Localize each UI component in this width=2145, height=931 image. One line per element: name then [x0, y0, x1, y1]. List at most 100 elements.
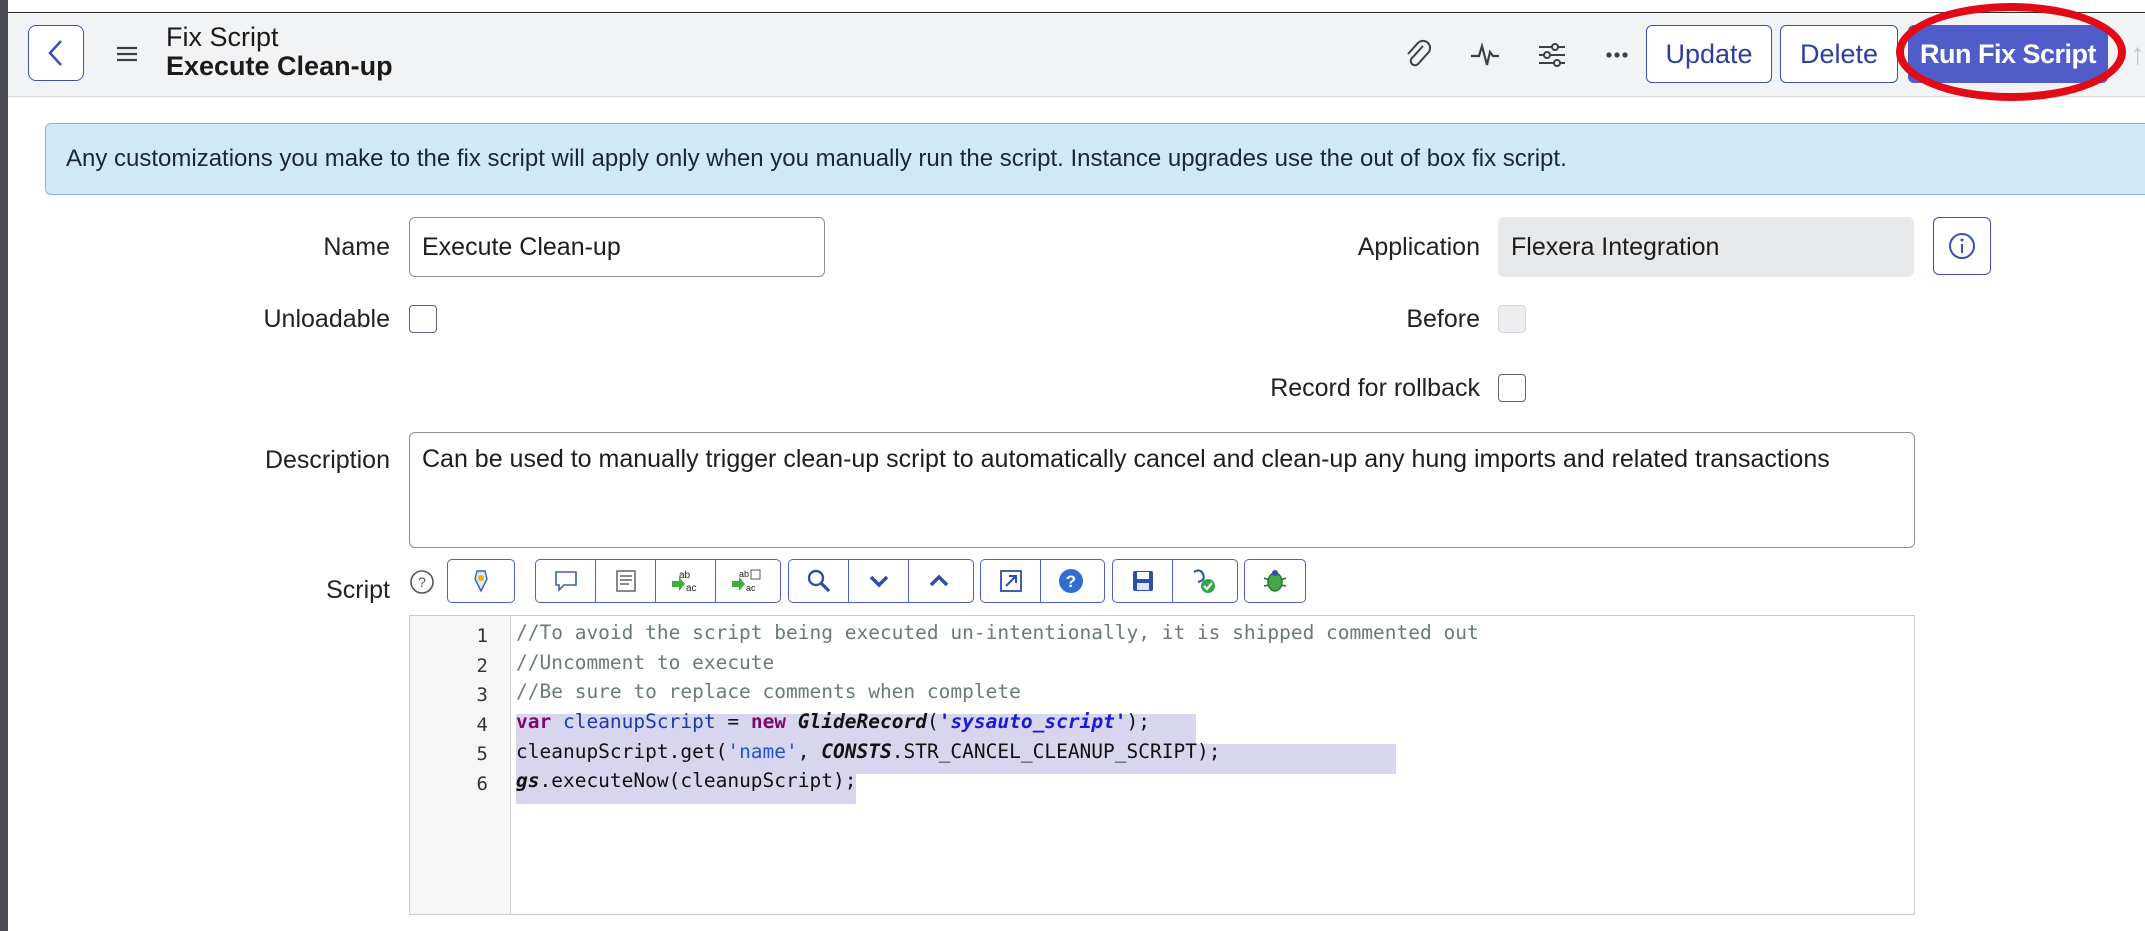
chevron-down-icon: [869, 575, 888, 588]
info-circle-icon: [1949, 233, 1975, 259]
more-options-icon[interactable]: [1600, 38, 1634, 72]
line-number: 1: [476, 625, 488, 647]
syntax-check-icon: [1193, 569, 1215, 593]
unloadable-checkbox[interactable]: [409, 305, 437, 333]
format-code-button[interactable]: [448, 560, 514, 602]
record-name-title: Execute Clean-up: [166, 51, 393, 81]
update-button[interactable]: Update: [1646, 25, 1772, 83]
code-token: .executeNow(cleanupScript);: [539, 769, 857, 792]
form-header: Fix Script Execute Clean-up Update Delet…: [8, 3, 2145, 101]
name-label: Name: [323, 233, 390, 261]
before-checkbox: [1498, 305, 1526, 333]
svg-text:ab: ab: [739, 569, 749, 579]
unloadable-label: Unloadable: [263, 305, 391, 333]
search-button[interactable]: [789, 560, 849, 602]
line-number: 5: [476, 743, 488, 765]
line-number-gutter: 1 2 3 4 5 6: [410, 616, 511, 914]
rollback-label: Record for rollback: [1270, 374, 1480, 402]
code-token: cleanupScript: [551, 710, 728, 733]
line-number: 2: [476, 655, 488, 677]
chevron-up-icon: [929, 574, 949, 587]
replace-all-icon: ab ac: [732, 569, 761, 593]
code-token: ,: [797, 740, 822, 763]
insert-text-button[interactable]: [596, 560, 656, 602]
help-icon[interactable]: ?: [409, 569, 435, 595]
description-label: Description: [264, 446, 390, 474]
save-disk-icon: [1132, 571, 1153, 591]
code-token: var: [516, 710, 552, 733]
svg-text:ac: ac: [686, 583, 697, 594]
toolbar-group-debug: [1244, 559, 1306, 603]
info-banner-text: Any customizations you make to the fix s…: [66, 145, 1567, 172]
scroll-up-arrow-icon[interactable]: ↑: [2130, 38, 2145, 72]
svg-text:?: ?: [418, 574, 426, 590]
code-line-6: gs.executeNow(cleanupScript);: [516, 766, 856, 796]
code-line-5: cleanupScript.get('name', CONSTS.STR_CAN…: [516, 737, 1220, 767]
run-fix-script-button[interactable]: Run Fix Script: [1908, 25, 2108, 83]
application-label: Application: [1357, 233, 1480, 261]
toggle-comment-button[interactable]: [536, 560, 596, 602]
name-field[interactable]: Execute Clean-up: [409, 217, 825, 277]
question-circle-icon: ?: [1059, 569, 1083, 593]
activity-pulse-icon[interactable]: [1468, 38, 1502, 72]
bug-icon: [1263, 570, 1287, 592]
save-button[interactable]: [1113, 560, 1173, 602]
code-token: GlideRecord: [786, 710, 927, 733]
rollback-checkbox[interactable]: [1498, 374, 1526, 402]
code-line-1: //To avoid the script being executed un-…: [516, 621, 1479, 644]
hamburger-menu-icon[interactable]: [112, 39, 142, 69]
expand-arrow-icon: [999, 570, 1022, 592]
comment-bubble-icon: [554, 571, 577, 592]
code-token: new: [750, 710, 787, 733]
debug-button[interactable]: [1245, 560, 1305, 602]
check-syntax-button[interactable]: [1173, 560, 1233, 602]
code-token: .STR_CANCEL_CLEANUP_SCRIPT);: [891, 740, 1221, 763]
code-token: cleanupScript.get(: [516, 740, 728, 763]
code-token: 'name': [727, 740, 798, 763]
find-next-button[interactable]: [849, 560, 909, 602]
code-token: =: [727, 710, 751, 733]
toolbar-group-format: [447, 559, 515, 603]
text-lines-icon: [615, 570, 636, 592]
find-previous-button[interactable]: [909, 560, 969, 602]
code-token: );: [1126, 710, 1151, 733]
script-help-button[interactable]: ?: [1041, 560, 1101, 602]
script-label: Script: [326, 576, 390, 604]
delete-button[interactable]: Delete: [1780, 25, 1898, 83]
svg-text:?: ?: [1066, 572, 1076, 591]
application-info-button[interactable]: [1933, 217, 1991, 275]
code-line-2: //Uncomment to execute: [516, 651, 775, 674]
toolbar-group-save: [1112, 559, 1238, 603]
application-field: Flexera Integration: [1498, 217, 1914, 277]
toolbar-group-search: [788, 559, 974, 603]
line-number: 4: [476, 714, 488, 736]
replace-all-button[interactable]: ab ac: [716, 560, 776, 602]
replace-icon: ab ac: [671, 570, 697, 594]
before-label: Before: [1406, 305, 1480, 333]
format-code-icon: [474, 570, 488, 593]
back-button[interactable]: [28, 25, 84, 81]
line-number: 6: [476, 773, 488, 795]
code-token: 'sysauto_script': [938, 710, 1127, 733]
toolbar-group-view: ?: [980, 559, 1105, 603]
settings-sliders-icon[interactable]: [1535, 38, 1569, 72]
window-top-strip: [8, 0, 2145, 13]
description-field[interactable]: Can be used to manually trigger clean-up…: [409, 432, 1915, 548]
replace-button[interactable]: ab ac: [656, 560, 716, 602]
magnifier-icon: [807, 569, 830, 593]
line-number: 3: [476, 684, 488, 706]
record-type-title: Fix Script: [166, 22, 279, 52]
svg-text:ac: ac: [746, 583, 756, 593]
code-line-3: //Be sure to replace comments when compl…: [516, 680, 1021, 703]
chevron-left-icon: [48, 40, 62, 66]
code-token: gs: [516, 769, 540, 792]
fullscreen-button[interactable]: [981, 560, 1041, 602]
paperclip-icon[interactable]: [1401, 38, 1435, 72]
toolbar-group-comments: ab ac ab ac: [535, 559, 781, 603]
left-edge-bar: [0, 0, 8, 931]
code-line-4: var cleanupScript = new GlideRecord('sys…: [516, 707, 1150, 737]
script-editor[interactable]: 1 2 3 4 5 6 //To avoid the script being …: [409, 615, 1915, 915]
code-token: (: [926, 710, 939, 733]
info-banner: Any customizations you make to the fix s…: [45, 123, 2145, 195]
code-token: CONSTS: [821, 740, 892, 763]
